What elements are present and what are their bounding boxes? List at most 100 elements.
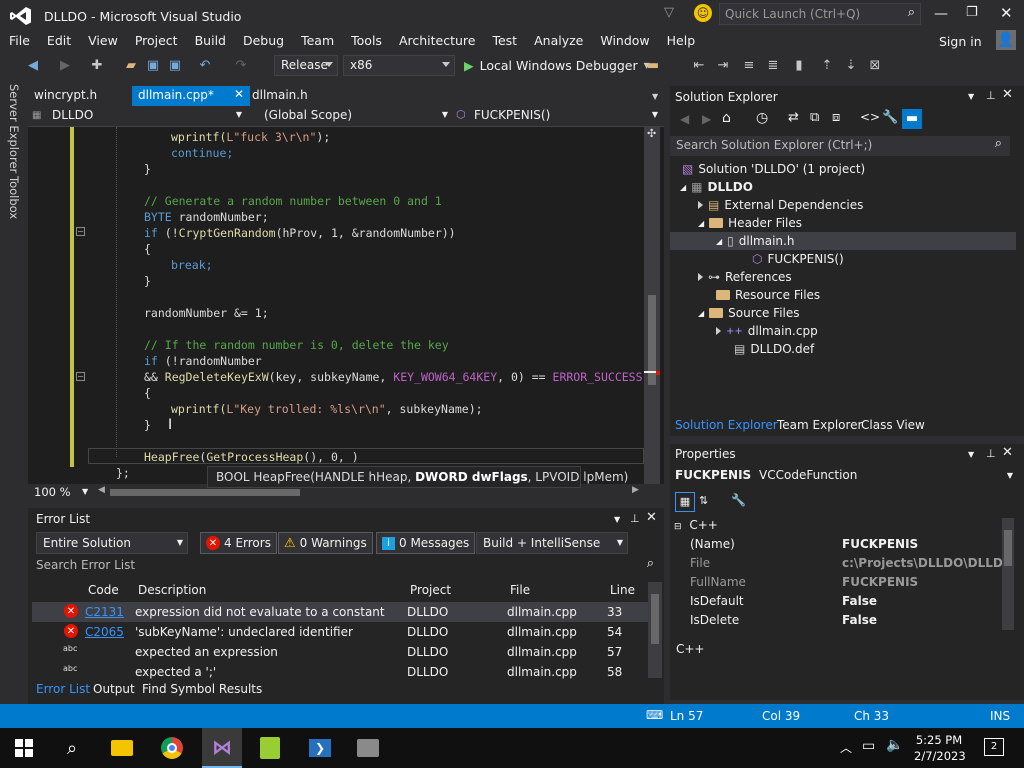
chevron-right-icon[interactable] [716, 327, 721, 335]
property-category[interactable]: ⊟ C++ [674, 518, 718, 532]
close-tab-icon[interactable]: ✕ [234, 87, 244, 101]
uncomment-icon[interactable]: ≣ [764, 56, 782, 74]
error-code-link[interactable]: C2065 [85, 625, 124, 639]
minimize-button[interactable]: — [934, 6, 948, 22]
errors-filter-button[interactable]: ✕ 4 Errors [200, 532, 277, 554]
search-error-list-input[interactable]: Search Error List ⌕ [32, 556, 660, 575]
vertical-scrollbar[interactable]: ✣ [644, 127, 660, 484]
menu-help[interactable]: Help [658, 30, 704, 48]
account-avatar-icon[interactable]: 👤 [996, 30, 1016, 50]
chevron-down-icon[interactable]: ◢ [680, 183, 686, 192]
search-solution-explorer-input[interactable]: Search Solution Explorer (Ctrl+;) ⌕ [670, 136, 1010, 156]
tree-dllmain-cpp[interactable]: ++ dllmain.cpp [716, 322, 818, 340]
clear-bookmarks-icon[interactable]: ⊠ [866, 56, 884, 74]
format-icon[interactable]: ≡ [740, 56, 758, 74]
zoom-level[interactable]: 100 % [34, 485, 71, 499]
navigate-back-icon[interactable]: ◀ [24, 56, 42, 74]
preview-selected-icon[interactable]: ▬ [902, 109, 922, 129]
tab-dllmain-cpp[interactable]: dllmain.cpp* ✕ [132, 86, 250, 106]
code-editor[interactable]: − − wprintf(L"fuck 3\r\n"); continue; } … [28, 127, 664, 484]
solution-configuration-select[interactable]: Release [274, 55, 338, 76]
tree-external-dependencies[interactable]: ▤ External Dependencies [698, 196, 863, 214]
column-project[interactable]: Project [410, 583, 451, 597]
sync-icon[interactable]: ◷ [756, 110, 768, 126]
menu-team[interactable]: Team [292, 30, 342, 48]
solution-platform-select[interactable]: x86 [343, 55, 455, 76]
error-row[interactable]: ✕ C2131 expression did not evaluate to a… [32, 602, 648, 622]
outdent-icon[interactable]: ⇥ [714, 56, 732, 74]
tab-error-list[interactable]: Error List [36, 682, 90, 696]
column-description[interactable]: Description [138, 583, 206, 597]
bookmark-prev-icon[interactable]: ⇡ [818, 56, 836, 74]
chevron-down-icon[interactable]: ◢ [698, 309, 704, 318]
chrome-icon[interactable] [158, 734, 186, 762]
redo-icon[interactable]: ↷ [232, 56, 250, 74]
tab-find-symbol-results[interactable]: Find Symbol Results [142, 682, 262, 696]
new-project-icon[interactable]: ✚ [88, 56, 106, 74]
chevron-down-icon[interactable]: ▼ [968, 450, 974, 459]
column-line[interactable]: Line [610, 583, 635, 597]
property-row[interactable]: Filec:\Projects\DLLDO\DLLDO\d [670, 554, 1010, 573]
tree-references[interactable]: ⊶ References [698, 268, 792, 286]
menu-analyze[interactable]: Analyze [525, 30, 591, 48]
app-window-icon[interactable] [354, 734, 382, 762]
volume-icon[interactable]: 🔈 [886, 737, 903, 753]
navigate-forward-icon[interactable]: ▶ [56, 56, 74, 74]
column-code[interactable]: Code [88, 583, 119, 597]
chevron-down-icon[interactable]: ◢ [698, 219, 704, 228]
error-code-link[interactable]: C2131 [85, 605, 124, 619]
save-all-icon[interactable]: ▣ [166, 56, 184, 74]
show-all-files-icon[interactable]: ⧈ [832, 110, 840, 125]
split-handle-icon[interactable]: ✣ [647, 127, 656, 140]
tab-solution-explorer[interactable]: Solution Explorer [675, 418, 778, 432]
tree-resource-files[interactable]: Resource Files [716, 286, 820, 304]
notepad-plus-icon[interactable] [256, 734, 284, 762]
chevron-right-icon[interactable] [698, 273, 703, 281]
menu-view[interactable]: View [79, 30, 126, 48]
horizontal-scroll-thumb[interactable] [110, 489, 300, 496]
tree-solution[interactable]: ▧ Solution 'DLLDO' (1 project) [682, 160, 865, 178]
menu-tools[interactable]: Tools [342, 30, 390, 48]
restore-button[interactable]: ❐ [966, 5, 978, 20]
error-row[interactable]: ✕ C2065 'subKeyName': undeclared identif… [32, 622, 648, 642]
categorized-icon[interactable]: ▦ [675, 492, 695, 512]
feedback-smiley-icon[interactable]: ☺ [694, 4, 712, 22]
tree-project[interactable]: ◢ ▦ DLLDO [680, 178, 753, 196]
menu-project[interactable]: Project [126, 30, 186, 48]
scroll-thumb[interactable] [1004, 530, 1012, 566]
back-icon[interactable]: ◀ [680, 112, 689, 126]
menu-build[interactable]: Build [186, 30, 234, 48]
scope-dropdown[interactable]: (Global Scope) ▼ [250, 107, 450, 125]
property-row[interactable]: IsDelete False [670, 611, 1010, 630]
tab-output[interactable]: Output [93, 682, 135, 696]
network-icon[interactable]: ▭ [862, 738, 875, 754]
collapse-toggle-icon[interactable]: ⊟ [674, 522, 682, 532]
tab-overflow-chevron-icon[interactable]: ▼ [652, 92, 658, 101]
chevron-right-icon[interactable] [698, 201, 703, 209]
start-debugger-button[interactable]: ▶ Local Windows Debugger ▼ [464, 56, 650, 74]
alphabetical-icon[interactable]: ⇅ [699, 494, 708, 507]
search-icon[interactable]: ⌕ [58, 734, 86, 762]
tree-header-files[interactable]: ◢ Header Files [698, 214, 802, 232]
home-icon[interactable]: ⌂ [722, 110, 731, 126]
sign-in-link[interactable]: Sign in [939, 34, 982, 49]
forward-icon[interactable]: ▶ [702, 112, 711, 126]
tab-dllmain-h[interactable]: dllmain.h [246, 86, 314, 106]
collapse-all-icon[interactable]: ⧉ [810, 110, 819, 125]
pin-icon[interactable]: ⊥ [630, 512, 640, 525]
visual-studio-taskbar-icon[interactable]: ⋈ [202, 728, 242, 768]
pin-icon[interactable]: ⊥ [986, 447, 996, 460]
menu-architecture[interactable]: Architecture [390, 30, 484, 48]
property-row[interactable]: (Name) FUCKPENIS [670, 535, 1010, 554]
menu-debug[interactable]: Debug [234, 30, 292, 48]
menu-test[interactable]: Test [483, 30, 525, 48]
error-row[interactable]: abc expected a ';' DLLDO dllmain.cpp 58 [32, 662, 648, 682]
tab-wincrypt-h[interactable]: wincrypt.h [28, 86, 103, 106]
toolbox-tab[interactable]: Toolbox [7, 176, 21, 219]
scroll-right-icon[interactable]: ▶ [632, 485, 639, 495]
properties-wrench-icon[interactable]: 🔧 [882, 110, 898, 125]
save-icon[interactable]: ▣ [144, 56, 162, 74]
project-dropdown[interactable]: ▦ DLLDO ▼ [32, 107, 244, 125]
windows-start-icon[interactable] [10, 734, 38, 762]
tree-source-files[interactable]: ◢ Source Files [698, 304, 800, 322]
